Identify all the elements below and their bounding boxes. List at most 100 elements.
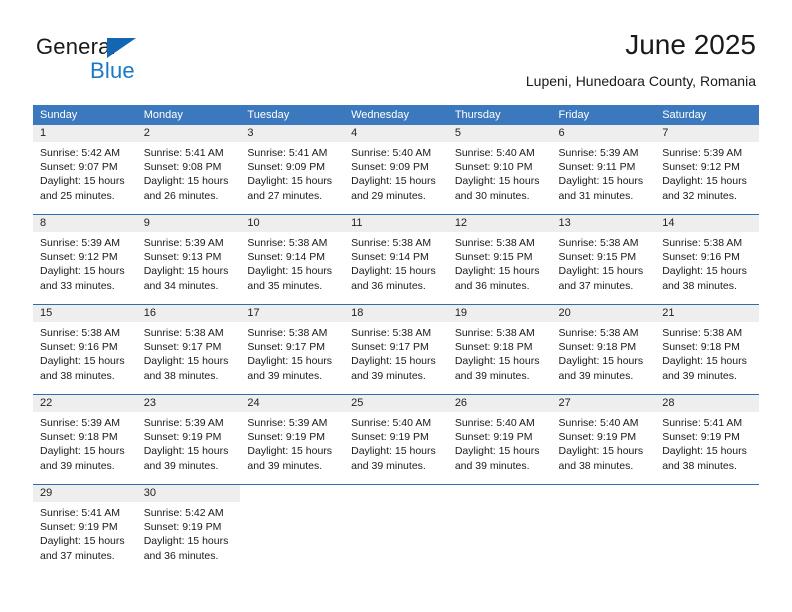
daylight-text-line2: and 39 minutes.: [454, 369, 530, 382]
calendar-day-cell[interactable]: 24 Sunrise: 5:39 AM Sunset: 9:19 PM Dayl…: [240, 394, 345, 485]
calendar-day-cell[interactable]: 17 Sunrise: 5:38 AM Sunset: 9:17 PM Dayl…: [240, 304, 345, 395]
day-details: Sunrise: 5:39 AM Sunset: 9:19 PM Dayligh…: [137, 412, 241, 473]
calendar-day-cell[interactable]: 14 Sunrise: 5:38 AM Sunset: 9:16 PM Dayl…: [655, 214, 759, 305]
day-details: Sunrise: 5:40 AM Sunset: 9:19 PM Dayligh…: [448, 412, 552, 473]
calendar-day-cell[interactable]: 8 Sunrise: 5:39 AM Sunset: 9:12 PM Dayli…: [33, 214, 137, 305]
sunset-text: Sunset: 9:16 PM: [662, 251, 740, 264]
daylight-text-line1: Daylight: 15 hours: [351, 355, 436, 368]
page-title: June 2025: [625, 29, 756, 60]
sunset-text: Sunset: 9:07 PM: [40, 161, 118, 174]
calendar-day-cell[interactable]: 22 Sunrise: 5:39 AM Sunset: 9:18 PM Dayl…: [33, 394, 137, 485]
calendar-day-cell[interactable]: 28 Sunrise: 5:41 AM Sunset: 9:19 PM Dayl…: [655, 394, 759, 485]
calendar-day-cell[interactable]: 26 Sunrise: 5:40 AM Sunset: 9:19 PM Dayl…: [447, 394, 552, 485]
sunset-text: Sunset: 9:16 PM: [40, 341, 118, 354]
sunset-text: Sunset: 9:14 PM: [247, 251, 326, 264]
sunrise-text: Sunrise: 5:38 AM: [351, 237, 432, 249]
day-number: 22: [33, 395, 137, 412]
day-details: Sunrise: 5:39 AM Sunset: 9:12 PM Dayligh…: [655, 142, 759, 203]
calendar-body: 1 Sunrise: 5:42 AM Sunset: 9:07 PM Dayli…: [33, 125, 759, 574]
sunrise-text: Sunrise: 5:38 AM: [454, 327, 535, 339]
daylight-text-line1: Daylight: 15 hours: [558, 175, 644, 188]
day-details: Sunrise: 5:42 AM Sunset: 9:19 PM Dayligh…: [137, 502, 241, 563]
calendar-day-cell-empty: [655, 484, 759, 574]
day-number: 18: [344, 305, 448, 322]
calendar-day-cell[interactable]: 10 Sunrise: 5:38 AM Sunset: 9:14 PM Dayl…: [240, 214, 345, 305]
daylight-text-line1: Daylight: 15 hours: [558, 445, 644, 458]
sunset-text: Sunset: 9:18 PM: [558, 341, 637, 354]
sunset-text: Sunset: 9:19 PM: [143, 431, 222, 444]
day-details: Sunrise: 5:38 AM Sunset: 9:16 PM Dayligh…: [33, 322, 137, 383]
sunrise-text: Sunrise: 5:38 AM: [662, 237, 743, 249]
sunrise-text: Sunrise: 5:42 AM: [143, 507, 224, 519]
sunrise-text: Sunrise: 5:39 AM: [40, 237, 120, 249]
calendar-day-cell[interactable]: 30 Sunrise: 5:42 AM Sunset: 9:19 PM Dayl…: [136, 484, 241, 574]
sunrise-text: Sunrise: 5:39 AM: [143, 237, 224, 249]
calendar-day-cell[interactable]: 18 Sunrise: 5:38 AM Sunset: 9:17 PM Dayl…: [344, 304, 448, 395]
daylight-text-line2: and 39 minutes.: [247, 459, 323, 472]
calendar-day-cell[interactable]: 27 Sunrise: 5:40 AM Sunset: 9:19 PM Dayl…: [551, 394, 656, 485]
calendar-day-cell[interactable]: 3 Sunrise: 5:41 AM Sunset: 9:09 PM Dayli…: [240, 125, 345, 215]
sunset-text: Sunset: 9:19 PM: [454, 431, 533, 444]
calendar-day-cell[interactable]: 15 Sunrise: 5:38 AM Sunset: 9:16 PM Dayl…: [33, 304, 137, 395]
calendar-day-cell[interactable]: 9 Sunrise: 5:39 AM Sunset: 9:13 PM Dayli…: [136, 214, 241, 305]
sunset-text: Sunset: 9:08 PM: [143, 161, 222, 174]
calendar-day-cell[interactable]: 11 Sunrise: 5:38 AM Sunset: 9:14 PM Dayl…: [344, 214, 448, 305]
day-number: 10: [240, 215, 345, 232]
calendar-week-row: 1 Sunrise: 5:42 AM Sunset: 9:07 PM Dayli…: [33, 125, 759, 215]
sunrise-text: Sunrise: 5:40 AM: [351, 147, 432, 159]
calendar-day-cell[interactable]: 12 Sunrise: 5:38 AM Sunset: 9:15 PM Dayl…: [447, 214, 552, 305]
daylight-text-line1: Daylight: 15 hours: [143, 445, 229, 458]
weekday-header-monday: Monday: [136, 105, 241, 125]
calendar-day-cell[interactable]: 20 Sunrise: 5:38 AM Sunset: 9:18 PM Dayl…: [551, 304, 656, 395]
day-details: Sunrise: 5:38 AM Sunset: 9:18 PM Dayligh…: [448, 322, 552, 383]
sunrise-text: Sunrise: 5:40 AM: [454, 147, 535, 159]
day-number: 23: [136, 395, 241, 412]
calendar-day-cell[interactable]: 2 Sunrise: 5:41 AM Sunset: 9:08 PM Dayli…: [136, 125, 241, 215]
daylight-text-line1: Daylight: 15 hours: [558, 355, 644, 368]
sunset-text: Sunset: 9:12 PM: [40, 251, 118, 264]
sunrise-text: Sunrise: 5:40 AM: [558, 417, 639, 429]
daylight-text-line2: and 37 minutes.: [558, 279, 634, 292]
daylight-text-line1: Daylight: 15 hours: [143, 355, 229, 368]
calendar-day-cell[interactable]: 29 Sunrise: 5:41 AM Sunset: 9:19 PM Dayl…: [33, 484, 137, 574]
calendar-day-cell[interactable]: 6 Sunrise: 5:39 AM Sunset: 9:11 PM Dayli…: [551, 125, 656, 215]
sunrise-text: Sunrise: 5:38 AM: [351, 327, 432, 339]
calendar-day-cell[interactable]: 16 Sunrise: 5:38 AM Sunset: 9:17 PM Dayl…: [136, 304, 241, 395]
calendar-day-cell[interactable]: 21 Sunrise: 5:38 AM Sunset: 9:18 PM Dayl…: [655, 304, 759, 395]
weekday-header-friday: Friday: [551, 105, 656, 125]
day-number: [655, 485, 759, 502]
day-details: Sunrise: 5:42 AM Sunset: 9:07 PM Dayligh…: [33, 142, 137, 203]
sunrise-sunset-calendar-table: Sunday Monday Tuesday Wednesday Thursday…: [33, 105, 759, 574]
sunrise-text: Sunrise: 5:41 AM: [662, 417, 743, 429]
calendar-day-cell[interactable]: 25 Sunrise: 5:40 AM Sunset: 9:19 PM Dayl…: [344, 394, 448, 485]
daylight-text-line2: and 30 minutes.: [454, 189, 530, 202]
daylight-text-line2: and 39 minutes.: [351, 459, 426, 472]
sunset-text: Sunset: 9:17 PM: [351, 341, 429, 354]
day-details: Sunrise: 5:38 AM Sunset: 9:18 PM Dayligh…: [655, 322, 759, 383]
calendar-day-cell[interactable]: 5 Sunrise: 5:40 AM Sunset: 9:10 PM Dayli…: [447, 125, 552, 215]
weekday-header-thursday: Thursday: [447, 105, 552, 125]
calendar-day-cell[interactable]: 23 Sunrise: 5:39 AM Sunset: 9:19 PM Dayl…: [136, 394, 241, 485]
sunset-text: Sunset: 9:10 PM: [454, 161, 533, 174]
calendar-week-row: 8 Sunrise: 5:39 AM Sunset: 9:12 PM Dayli…: [33, 214, 759, 305]
sunset-text: Sunset: 9:09 PM: [351, 161, 429, 174]
sunrise-text: Sunrise: 5:39 AM: [143, 417, 224, 429]
calendar-day-cell[interactable]: 13 Sunrise: 5:38 AM Sunset: 9:15 PM Dayl…: [551, 214, 656, 305]
daylight-text-line1: Daylight: 15 hours: [40, 535, 125, 548]
day-number: 28: [655, 395, 759, 412]
day-number: 9: [136, 215, 241, 232]
day-number: 27: [551, 395, 656, 412]
title-block: June 2025 Lupeni, Hunedoara County, Roma…: [526, 28, 756, 91]
sunset-text: Sunset: 9:19 PM: [40, 521, 118, 534]
calendar-day-cell[interactable]: 1 Sunrise: 5:42 AM Sunset: 9:07 PM Dayli…: [33, 125, 137, 215]
sunrise-text: Sunrise: 5:40 AM: [454, 417, 535, 429]
day-number: 14: [655, 215, 759, 232]
day-details: Sunrise: 5:38 AM Sunset: 9:15 PM Dayligh…: [552, 232, 656, 293]
daylight-text-line1: Daylight: 15 hours: [454, 355, 540, 368]
daylight-text-line2: and 29 minutes.: [351, 189, 426, 202]
calendar-day-cell[interactable]: 4 Sunrise: 5:40 AM Sunset: 9:09 PM Dayli…: [344, 125, 448, 215]
day-number: 8: [33, 215, 137, 232]
calendar-day-cell[interactable]: 7 Sunrise: 5:39 AM Sunset: 9:12 PM Dayli…: [655, 125, 759, 215]
calendar-week-row: 22 Sunrise: 5:39 AM Sunset: 9:18 PM Dayl…: [33, 394, 759, 485]
calendar-day-cell[interactable]: 19 Sunrise: 5:38 AM Sunset: 9:18 PM Dayl…: [447, 304, 552, 395]
